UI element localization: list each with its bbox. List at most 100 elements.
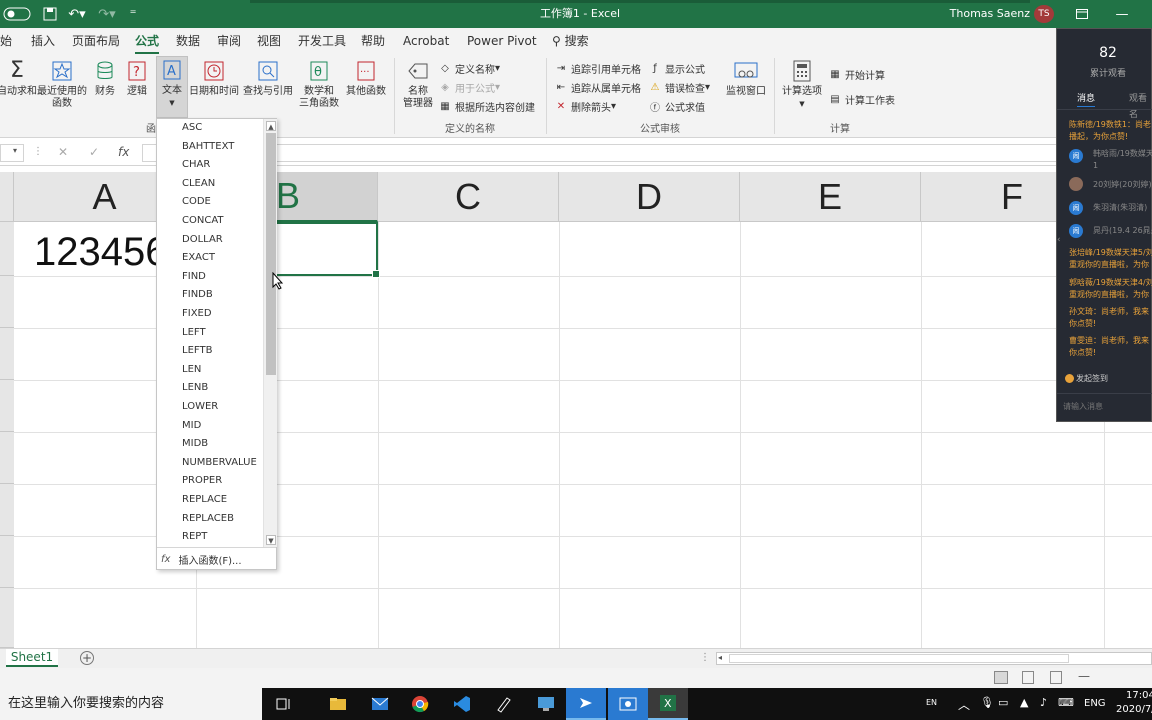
- add-sheet-button[interactable]: +: [80, 651, 94, 665]
- select-all-corner[interactable]: [0, 172, 14, 222]
- vscode-icon[interactable]: [442, 688, 482, 720]
- tab-developer[interactable]: 开发工具: [298, 28, 346, 54]
- column-header-c[interactable]: C: [378, 172, 559, 222]
- undo-icon[interactable]: ↶▾: [64, 0, 90, 28]
- evaluate-formula-button[interactable]: ⓕ 公式求值: [648, 98, 705, 114]
- chrome-icon[interactable]: [400, 688, 440, 720]
- page-break-view-icon[interactable]: [1050, 671, 1062, 684]
- name-manager-button[interactable]: 名称 管理器: [400, 58, 436, 110]
- tab-help[interactable]: 帮助: [361, 28, 385, 54]
- menu-item-find[interactable]: FIND: [182, 268, 206, 286]
- use-in-formula-button[interactable]: ◈ 用于公式 ▾: [438, 79, 500, 95]
- ribbon-display-icon[interactable]: [1072, 0, 1092, 28]
- menu-item-left[interactable]: LEFT: [182, 324, 206, 342]
- watch-window-button[interactable]: 监视窗口: [722, 58, 770, 98]
- menu-item-code[interactable]: CODE: [182, 193, 211, 211]
- tab-formulas[interactable]: 公式: [135, 28, 160, 54]
- horizontal-scroll-thumb[interactable]: [729, 654, 1069, 663]
- cell-a1[interactable]: 123456: [34, 230, 167, 275]
- clock-time[interactable]: 17:04: [1126, 690, 1152, 701]
- scroll-up-icon[interactable]: ▲: [266, 121, 276, 131]
- row-header[interactable]: [0, 536, 14, 588]
- text-functions-button[interactable]: A 文本 ▼: [156, 56, 188, 118]
- save-icon[interactable]: [40, 0, 60, 28]
- show-formulas-button[interactable]: ƒ 显示公式: [648, 60, 705, 76]
- minimize-icon[interactable]: —: [1110, 0, 1134, 28]
- tab-power-pivot[interactable]: Power Pivot: [467, 28, 537, 54]
- menu-item-len[interactable]: LEN: [182, 361, 201, 379]
- trace-dependents-button[interactable]: ⇤ 追踪从属单元格: [554, 79, 641, 95]
- calc-options-button[interactable]: 计算选项 ▼: [780, 58, 824, 110]
- volume-icon[interactable]: ♪: [1040, 696, 1047, 709]
- pen-tool-icon[interactable]: [484, 688, 524, 720]
- row-header[interactable]: [0, 588, 14, 648]
- define-name-button[interactable]: ◇ 定义名称 ▾: [438, 60, 500, 76]
- battery-icon[interactable]: ▭: [998, 696, 1008, 709]
- taskbar-search-input[interactable]: 在这里输入你要搜索的内容: [0, 688, 262, 720]
- page-layout-view-icon[interactable]: [1022, 671, 1034, 684]
- menu-item-asc[interactable]: ASC: [182, 119, 202, 137]
- feishu-app-icon[interactable]: [566, 688, 606, 720]
- tab-viewers[interactable]: 观看名: [1129, 91, 1151, 120]
- scroll-down-icon[interactable]: ▼: [266, 535, 276, 545]
- row-header[interactable]: [0, 432, 14, 484]
- tab-splitter[interactable]: ⋮: [700, 652, 710, 663]
- avatar[interactable]: TS: [1034, 5, 1054, 23]
- chat-input[interactable]: 请输入消息: [1063, 401, 1103, 412]
- more-functions-button[interactable]: ··· 其他函数: [344, 58, 388, 98]
- menu-item-findb[interactable]: FINDB: [182, 286, 213, 304]
- name-box-dropdown[interactable]: ▾: [0, 144, 24, 162]
- sheet-tab-sheet1[interactable]: Sheet1: [6, 649, 58, 667]
- row-header[interactable]: [0, 380, 14, 432]
- signin-button[interactable]: 发起签到: [1065, 373, 1108, 384]
- formula-input[interactable]: [142, 144, 1152, 162]
- remote-desktop-icon[interactable]: [526, 688, 566, 720]
- menu-item-exact[interactable]: EXACT: [182, 249, 215, 267]
- tab-home[interactable]: 始: [0, 28, 12, 54]
- menu-item-bahttext[interactable]: BAHTTEXT: [182, 138, 234, 156]
- menu-item-replaceb[interactable]: REPLACEB: [182, 510, 234, 528]
- menu-item-numbervalue[interactable]: NUMBERVALUE: [182, 454, 257, 472]
- keyboard-icon[interactable]: ⌨: [1058, 696, 1074, 709]
- menu-item-fixed[interactable]: FIXED: [182, 305, 212, 323]
- tab-view[interactable]: 视图: [257, 28, 281, 54]
- menu-item-mid[interactable]: MID: [182, 417, 201, 435]
- tab-insert[interactable]: 插入: [31, 28, 55, 54]
- tab-messages[interactable]: 消息: [1077, 91, 1096, 107]
- normal-view-icon[interactable]: [994, 671, 1008, 684]
- scroll-left-icon[interactable]: ◂: [718, 653, 722, 662]
- trace-precedents-button[interactable]: ⇥ 追踪引用单元格: [554, 60, 641, 76]
- insert-function-item[interactable]: fx 插入函数(F)...: [157, 547, 276, 570]
- enter-icon[interactable]: ✓: [89, 145, 99, 159]
- row-header[interactable]: [0, 222, 14, 276]
- menu-item-midb[interactable]: MIDB: [182, 435, 208, 453]
- menu-item-replace[interactable]: REPLACE: [182, 491, 227, 509]
- redo-icon[interactable]: ↷▾: [94, 0, 120, 28]
- file-explorer-icon[interactable]: [318, 688, 358, 720]
- tab-data[interactable]: 数据: [176, 28, 200, 54]
- menu-item-concat[interactable]: CONCAT: [182, 212, 224, 230]
- menu-item-leftb[interactable]: LEFTB: [182, 342, 212, 360]
- chevron-up-icon[interactable]: ︿: [958, 696, 970, 713]
- error-checking-button[interactable]: ⚠ 错误检查 ▾: [648, 79, 711, 95]
- autosave-toggle[interactable]: [2, 0, 32, 28]
- autosum-button[interactable]: Σ 自动求和: [0, 58, 37, 98]
- math-button[interactable]: θ 数学和 三角函数: [296, 58, 342, 110]
- menu-item-char[interactable]: CHAR: [182, 156, 210, 174]
- screen-record-icon[interactable]: [608, 688, 648, 720]
- menu-item-clean[interactable]: CLEAN: [182, 175, 215, 193]
- row-header[interactable]: [0, 276, 14, 328]
- excel-app-icon[interactable]: X: [648, 688, 688, 720]
- lookup-button[interactable]: 查找与引用: [242, 58, 294, 98]
- tab-review[interactable]: 审阅: [217, 28, 241, 54]
- row-header[interactable]: [0, 484, 14, 536]
- column-header-e[interactable]: E: [740, 172, 921, 222]
- cancel-icon[interactable]: ✕: [58, 145, 68, 159]
- task-view-icon[interactable]: [264, 688, 304, 720]
- financial-button[interactable]: 财务: [92, 58, 118, 98]
- customize-toolbar-icon[interactable]: ⁼: [126, 0, 140, 28]
- menu-item-lower[interactable]: LOWER: [182, 398, 218, 416]
- collapse-panel-icon[interactable]: ‹: [1057, 235, 1061, 245]
- row-header[interactable]: [0, 328, 14, 380]
- remove-arrows-button[interactable]: ✕ 删除箭头 ▾: [554, 98, 616, 114]
